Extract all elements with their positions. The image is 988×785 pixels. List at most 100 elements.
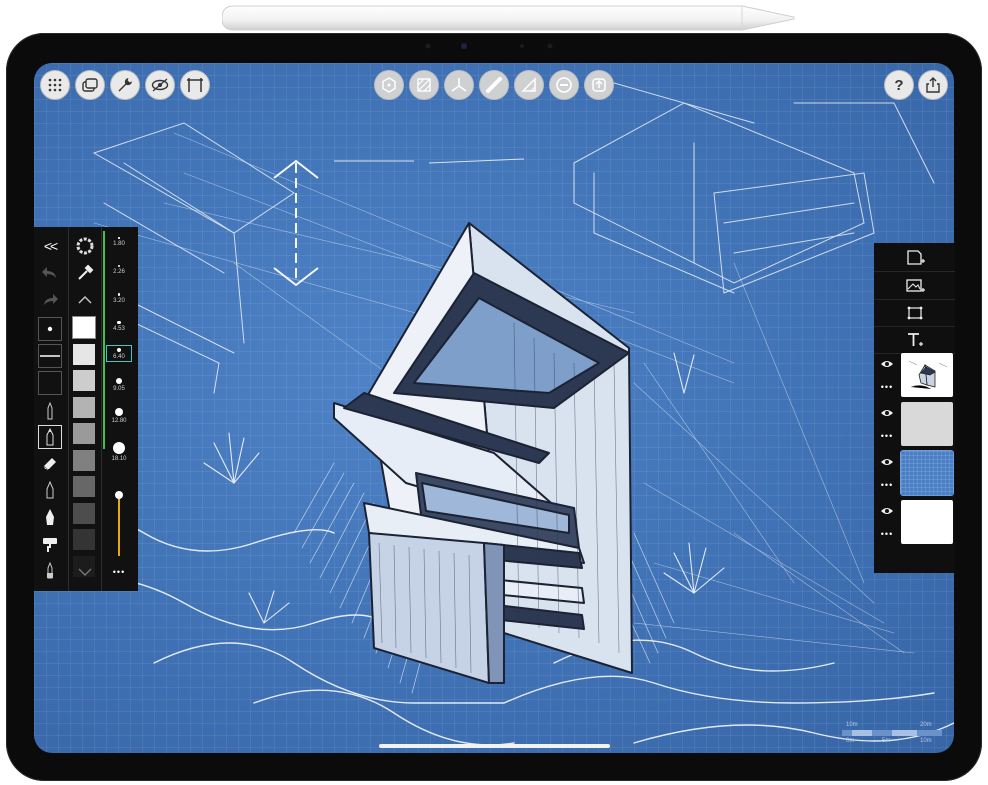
layer-thumbnail[interactable] bbox=[901, 500, 953, 544]
layer-row[interactable]: ••• bbox=[874, 498, 955, 546]
line-style-button[interactable] bbox=[38, 344, 62, 368]
layer-options-button[interactable]: ••• bbox=[878, 427, 896, 445]
layer-visibility-toggle[interactable] bbox=[878, 502, 896, 520]
color-swatch[interactable] bbox=[73, 423, 95, 444]
dot-icon bbox=[47, 326, 53, 332]
layer-options-button[interactable]: ••• bbox=[878, 525, 896, 543]
color-swatch[interactable] bbox=[73, 449, 95, 471]
frame-button[interactable] bbox=[180, 70, 210, 100]
minus-button[interactable] bbox=[549, 70, 579, 100]
color-swatch[interactable] bbox=[73, 529, 95, 550]
ruler-button[interactable] bbox=[479, 70, 509, 100]
scale-label: 0m bbox=[846, 738, 855, 744]
transform-button[interactable] bbox=[374, 70, 404, 100]
brush-size-option[interactable]: 1.80 bbox=[106, 237, 132, 247]
collapse-panel-button[interactable]: << bbox=[38, 235, 62, 257]
brush-size-label: 6.40 bbox=[113, 354, 125, 361]
ink-pen-button[interactable] bbox=[38, 505, 62, 529]
brush-size-option[interactable]: 9.05 bbox=[106, 378, 132, 392]
color-swatch[interactable] bbox=[73, 370, 95, 391]
layer-thumbnail[interactable] bbox=[900, 450, 954, 496]
brush-size-option[interactable]: 18.10 bbox=[106, 442, 132, 462]
export-button[interactable] bbox=[918, 70, 948, 100]
more-brush-options-button[interactable]: ••• bbox=[106, 567, 132, 577]
grid-menu-button[interactable] bbox=[40, 70, 70, 100]
brush-size-dot bbox=[117, 321, 121, 325]
layer-row[interactable]: ••• bbox=[874, 351, 955, 399]
pencil-icon bbox=[46, 428, 54, 446]
eye-icon bbox=[881, 508, 893, 514]
share-canvas-button[interactable] bbox=[584, 70, 614, 100]
layers-stack-button[interactable] bbox=[75, 70, 105, 100]
import-image-button[interactable] bbox=[874, 273, 955, 300]
opacity-slider[interactable] bbox=[115, 491, 123, 557]
crop-icon bbox=[907, 306, 922, 320]
eraser-button[interactable] bbox=[38, 451, 62, 475]
brush-size-dot bbox=[113, 442, 125, 454]
color-swatch[interactable] bbox=[73, 396, 95, 418]
chevron-up-icon bbox=[78, 296, 92, 304]
brush-size-label: 18.10 bbox=[111, 456, 127, 462]
eyedropper-button[interactable] bbox=[73, 262, 97, 284]
layer-visibility-toggle[interactable] bbox=[878, 355, 896, 373]
hatch-icon bbox=[417, 78, 431, 92]
help-label: ? bbox=[894, 76, 904, 94]
scale-label: 10m bbox=[846, 722, 858, 728]
new-layer-button[interactable] bbox=[874, 245, 955, 272]
technical-pen-icon bbox=[47, 402, 53, 420]
grid-menu-icon bbox=[48, 78, 62, 92]
layer-options-button[interactable]: ••• bbox=[878, 476, 896, 494]
marker-button[interactable] bbox=[38, 559, 62, 583]
brush-size-option[interactable]: 12.80 bbox=[106, 408, 132, 424]
scale-label: 10m bbox=[920, 738, 932, 744]
swatches-down-button[interactable] bbox=[73, 561, 97, 583]
eyedropper-icon bbox=[78, 264, 94, 280]
paint-roller-button[interactable] bbox=[38, 532, 62, 556]
brush-size-option[interactable]: 4.53 bbox=[106, 321, 132, 332]
undo-button[interactable] bbox=[38, 262, 62, 284]
brush-size-option[interactable]: 6.40 bbox=[106, 345, 132, 363]
layer-thumbnail[interactable] bbox=[901, 353, 953, 397]
canvas[interactable]: ? bbox=[34, 63, 954, 753]
brush-size-option[interactable]: 3.20 bbox=[106, 293, 132, 304]
text-tool-button[interactable] bbox=[874, 327, 955, 354]
angle-button[interactable] bbox=[514, 70, 544, 100]
color-swatch[interactable] bbox=[73, 502, 95, 524]
redo-button[interactable] bbox=[38, 289, 62, 311]
brush-size-option[interactable]: 2.26 bbox=[106, 265, 132, 275]
chevron-down-icon bbox=[78, 568, 92, 576]
minus-circle-icon bbox=[556, 77, 572, 93]
eye-icon bbox=[881, 410, 893, 416]
color-wheel-button[interactable] bbox=[73, 235, 97, 257]
scale-segment bbox=[852, 730, 872, 736]
crop-button[interactable] bbox=[874, 300, 955, 327]
opacity-thumb[interactable] bbox=[115, 491, 123, 499]
perspective-button[interactable] bbox=[145, 70, 175, 100]
layer-visibility-toggle[interactable] bbox=[878, 453, 896, 471]
eye-icon bbox=[881, 459, 893, 465]
help-button[interactable]: ? bbox=[884, 70, 914, 100]
layer-visibility-toggle[interactable] bbox=[878, 404, 896, 422]
layer-thumbnail[interactable] bbox=[901, 402, 953, 446]
pencil-button[interactable] bbox=[38, 425, 62, 449]
angle-icon bbox=[521, 77, 536, 92]
axis-button[interactable] bbox=[444, 70, 474, 100]
settings-wrench-button[interactable] bbox=[110, 70, 140, 100]
dot-style-button[interactable] bbox=[38, 317, 62, 341]
color-swatch[interactable] bbox=[73, 476, 95, 497]
brush-size-dot bbox=[118, 265, 120, 267]
color-swatch[interactable] bbox=[73, 343, 95, 365]
layer-row[interactable]: ••• bbox=[874, 400, 955, 448]
hatch-button[interactable] bbox=[409, 70, 439, 100]
architectural-sketch bbox=[34, 82, 954, 746]
blank-style-button[interactable] bbox=[38, 371, 62, 395]
layer-options-button[interactable]: ••• bbox=[878, 378, 896, 396]
brush-size-label: 12.80 bbox=[111, 418, 127, 424]
swatches-up-button[interactable] bbox=[73, 289, 97, 311]
frame-icon bbox=[187, 78, 203, 92]
fineliner-button[interactable] bbox=[38, 478, 62, 502]
home-indicator[interactable] bbox=[379, 744, 610, 748]
layer-row[interactable]: ••• bbox=[874, 449, 955, 497]
color-swatch[interactable] bbox=[72, 316, 96, 339]
technical-pen-button[interactable] bbox=[38, 399, 62, 423]
